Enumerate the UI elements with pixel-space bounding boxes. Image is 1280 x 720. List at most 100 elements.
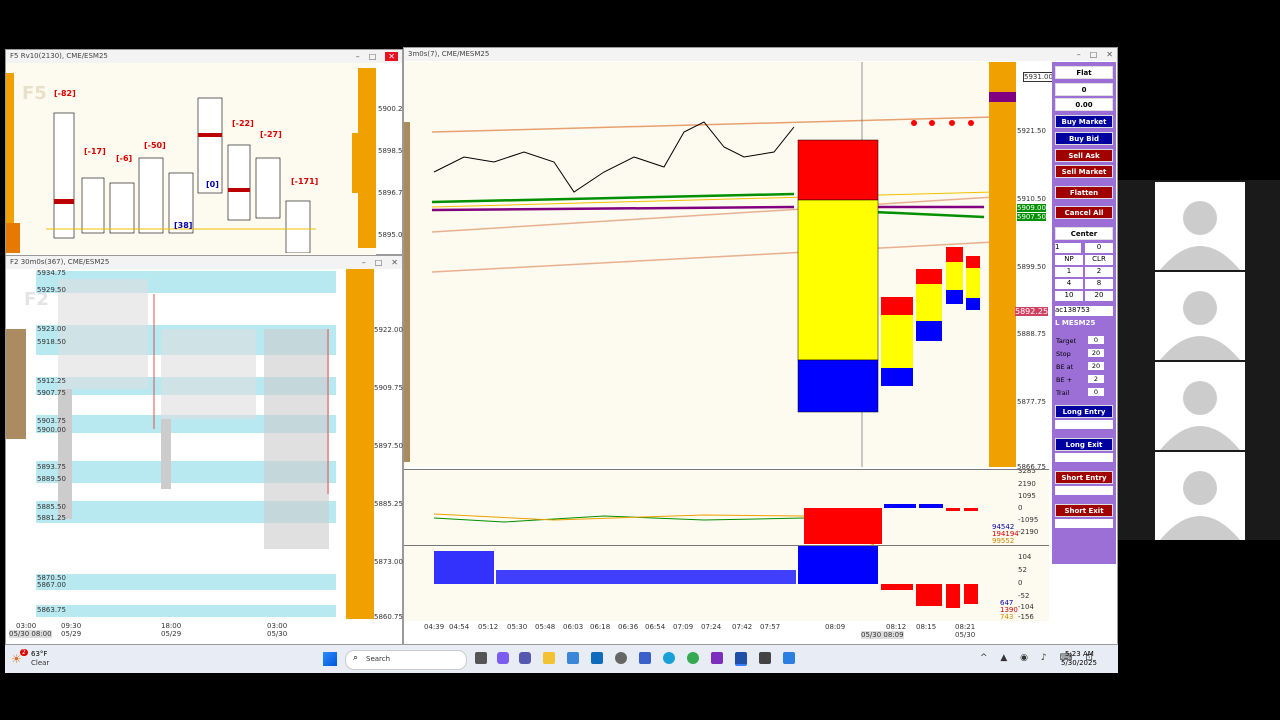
- osc1-label-5: -1095: [1018, 516, 1039, 524]
- f5-titlebar[interactable]: F5 Rv10(2130), CME/ESM25 –□ ✕: [6, 50, 402, 63]
- browser-edge-icon[interactable]: [663, 652, 675, 664]
- f5-delta-9: [38]: [174, 221, 193, 230]
- stop-input[interactable]: 20: [1088, 349, 1104, 357]
- long-exit-select[interactable]: [1055, 453, 1113, 462]
- close-icon[interactable]: ✕: [391, 258, 398, 267]
- oscillator-2-drawing: [434, 546, 978, 608]
- clock-time[interactable]: 5:23 AM: [1065, 650, 1094, 658]
- file-explorer-icon[interactable]: [543, 652, 555, 664]
- main-window-controls[interactable]: –□✕: [1077, 48, 1113, 61]
- clr-button[interactable]: CLR: [1085, 255, 1113, 265]
- f2-time-1: 03:00: [16, 622, 37, 630]
- app-icon-blue[interactable]: [783, 652, 795, 664]
- qty-grid-2[interactable]: 2: [1085, 267, 1113, 277]
- weather-widget[interactable]: ☀ 2 63°F Clear: [11, 649, 71, 670]
- osc1-label-2: 2190: [1018, 480, 1036, 488]
- flatten-button[interactable]: Flatten: [1055, 186, 1113, 199]
- qty-grid-5[interactable]: 10: [1055, 291, 1083, 301]
- symbol-label: L MESM25: [1055, 319, 1096, 327]
- short-exit-button[interactable]: Short Exit: [1055, 504, 1113, 517]
- weather-condition: Clear: [31, 659, 50, 667]
- f5-window-controls[interactable]: –□ ✕: [356, 50, 398, 63]
- snipping-icon[interactable]: [639, 652, 651, 664]
- f2-window[interactable]: F2 30m0s(367), CME/ESM25 –□✕ F2 5934.75 …: [5, 255, 403, 645]
- sell-ask-button[interactable]: Sell Ask: [1055, 149, 1113, 162]
- short-exit-select[interactable]: [1055, 519, 1113, 528]
- outlook-icon[interactable]: [591, 652, 603, 664]
- f5-title: F5 Rv10(2130), CME/ESM25: [10, 52, 108, 60]
- participant-tile-3[interactable]: [1155, 362, 1245, 450]
- qty-stepper[interactable]: 1: [1055, 243, 1081, 253]
- task-view-icon[interactable]: [475, 652, 487, 664]
- trail-input[interactable]: 0: [1088, 388, 1104, 396]
- main-price-current: 5892.25: [1015, 307, 1049, 316]
- target-input[interactable]: 0: [1088, 336, 1104, 344]
- visual-studio-icon[interactable]: [711, 652, 723, 664]
- participant-tile-1[interactable]: [1155, 182, 1245, 270]
- position-qty: 0: [1055, 83, 1113, 96]
- trade-panel[interactable]: Flat 0 0.00 Buy Market Buy Bid Sell Ask …: [1052, 62, 1116, 564]
- buy-bid-button[interactable]: Buy Bid: [1055, 132, 1113, 145]
- np-button[interactable]: NP: [1055, 255, 1083, 265]
- f2-titlebar[interactable]: F2 30m0s(367), CME/ESM25 –□✕: [6, 256, 402, 269]
- osc2-label-2: 52: [1018, 566, 1027, 574]
- participant-tile-2[interactable]: [1155, 272, 1245, 360]
- settings-gear-icon[interactable]: [615, 652, 627, 664]
- beat-input[interactable]: 20: [1088, 362, 1104, 370]
- store-icon[interactable]: [567, 652, 579, 664]
- qty-value-box[interactable]: 0: [1085, 243, 1113, 253]
- teams-icon[interactable]: [519, 652, 531, 664]
- f5-delta-2: [-17]: [84, 147, 106, 156]
- beat-label: BE at: [1056, 363, 1074, 371]
- qty-grid-4[interactable]: 8: [1085, 279, 1113, 289]
- screen-icon[interactable]: [759, 652, 771, 664]
- close-icon[interactable]: ✕: [1106, 50, 1113, 59]
- search-box[interactable]: ⌕ Search: [345, 650, 467, 670]
- beplus-input[interactable]: 2: [1088, 375, 1104, 383]
- main-time-16: 08:15: [916, 623, 937, 631]
- start-icon[interactable]: [323, 652, 337, 666]
- main-price-green2: 5907.50: [1017, 213, 1046, 221]
- f2-right-price-6: 5860.75: [374, 613, 403, 621]
- account-select[interactable]: ac138753: [1055, 306, 1113, 316]
- long-exit-button[interactable]: Long Exit: [1055, 438, 1113, 451]
- main-time-14: 08:09: [825, 623, 846, 631]
- f2-window-controls[interactable]: –□✕: [362, 256, 398, 269]
- main-time-2: 04:54: [449, 623, 470, 631]
- copilot-icon[interactable]: [497, 652, 509, 664]
- sell-market-button[interactable]: Sell Market: [1055, 165, 1113, 178]
- short-entry-select[interactable]: [1055, 486, 1113, 495]
- f2-left-price-5: 5912.25: [37, 377, 66, 385]
- f5-window[interactable]: F5 Rv10(2130), CME/ESM25 –□ ✕ F5 [-82] [-…: [5, 49, 407, 255]
- f5-chart[interactable]: F5 [-82] [-17] [-6] [-50] [0] [-22] [-27…: [6, 63, 376, 255]
- buy-market-button[interactable]: Buy Market: [1055, 115, 1113, 128]
- osc2-label-5: -104: [1018, 603, 1034, 611]
- long-entry-select[interactable]: [1055, 420, 1113, 429]
- oscillator-1[interactable]: 3285 2190 1095 0 -1095 -2190 94542 19419…: [404, 469, 1049, 545]
- chrome-icon[interactable]: [687, 652, 699, 664]
- f2-left-price-7: 5903.75: [37, 417, 66, 425]
- oscillator-2[interactable]: 104 52 0 -52 -104 -156 647 1390 743: [404, 545, 1049, 621]
- main-titlebar[interactable]: 3m0s(7), CME/MESM25 –□✕: [404, 48, 1117, 61]
- main-price-chart[interactable]: [404, 62, 1016, 467]
- center-button[interactable]: Center: [1055, 227, 1113, 240]
- qty-grid-6[interactable]: 20: [1085, 291, 1113, 301]
- f2-chart[interactable]: F2: [6, 269, 374, 619]
- avatar: [1155, 182, 1245, 270]
- qty-grid-3[interactable]: 4: [1055, 279, 1083, 289]
- f2-left-price-2: 5929.50: [37, 286, 66, 294]
- participant-tile-4[interactable]: [1155, 452, 1245, 540]
- main-chart-window[interactable]: 3m0s(7), CME/MESM25 –□✕ 5931.00 5921.50 …: [403, 47, 1118, 645]
- close-icon[interactable]: ✕: [385, 52, 398, 61]
- temperature: 63°F: [31, 650, 48, 658]
- cancel-all-button[interactable]: Cancel All: [1055, 206, 1113, 219]
- trading-app-icon[interactable]: [735, 652, 747, 666]
- qty-grid-1[interactable]: 1: [1055, 267, 1083, 277]
- f2-right-price-1: 5922.00: [374, 326, 403, 334]
- f5-delta-3: [-6]: [116, 154, 133, 163]
- long-entry-button[interactable]: Long Entry: [1055, 405, 1113, 418]
- main-date-box: 05/30 08:09: [861, 631, 904, 639]
- clock-date[interactable]: 5/30/2025: [1061, 659, 1097, 667]
- f2-date-1: 05/30 08:00: [9, 630, 52, 638]
- short-entry-button[interactable]: Short Entry: [1055, 471, 1113, 484]
